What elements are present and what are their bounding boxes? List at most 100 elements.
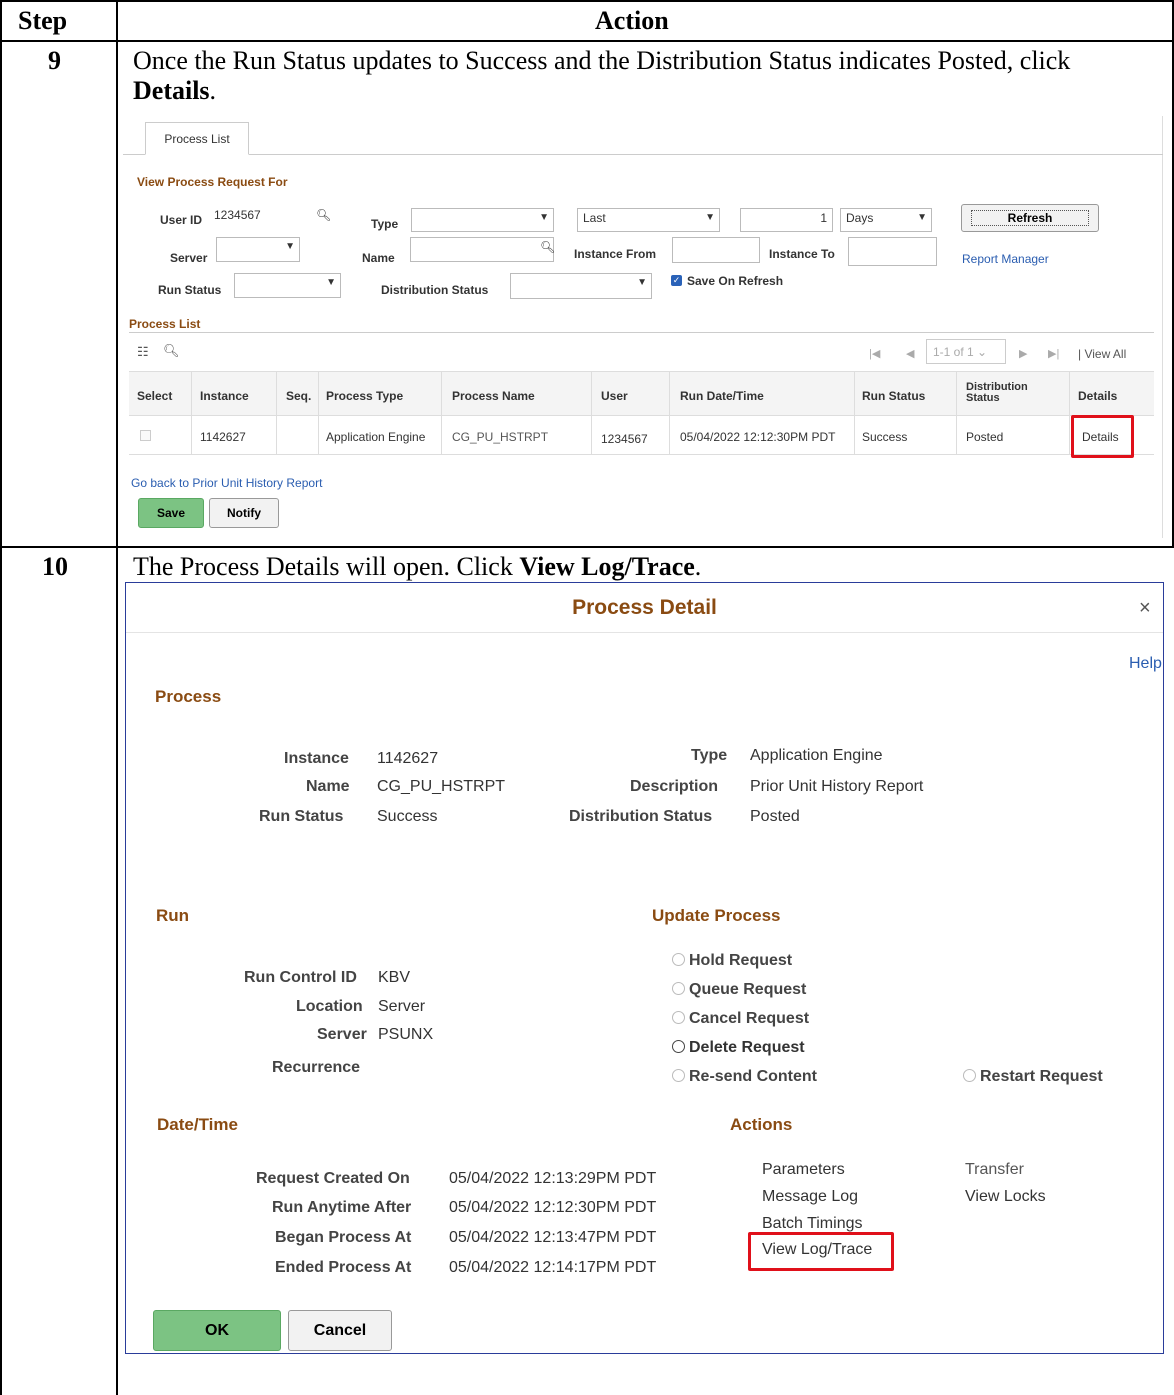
grid-vline <box>1069 371 1070 455</box>
days-count-input[interactable]: 1 <box>740 208 833 232</box>
request-created-label: Request Created On <box>256 1170 410 1187</box>
action-column-header: Action <box>595 6 669 35</box>
delete-request-radio[interactable]: Delete Request <box>672 1039 805 1057</box>
message-log-link[interactable]: Message Log <box>762 1188 858 1206</box>
col-process-name: Process Name <box>452 389 535 403</box>
col-distribution-status: Distribution Status <box>966 381 1028 404</box>
process-detail-modal: Process Detail × Help Process Instance 1… <box>125 582 1164 1354</box>
instance-value: 1142627 <box>377 750 439 767</box>
grid-search-icon[interactable]: 🔍︎ <box>163 343 180 359</box>
radio-icon <box>672 1069 685 1082</box>
radio-icon <box>963 1069 976 1082</box>
run-control-id-label: Run Control ID <box>244 969 357 986</box>
ended-process-label: Ended Process At <box>275 1259 412 1276</box>
distribution-status-value: Posted <box>750 808 800 825</box>
last-page-icon[interactable]: ▶| <box>1048 347 1059 360</box>
run-status-select[interactable]: ▼ <box>234 273 341 298</box>
save-on-refresh-label: Save On Refresh <box>687 274 784 288</box>
save-button[interactable]: Save <box>138 498 204 528</box>
row-user: 1234567 <box>601 432 648 446</box>
resend-content-radio[interactable]: Re-send Content <box>672 1068 817 1086</box>
radio-icon <box>672 1040 685 1053</box>
parameters-link[interactable]: Parameters <box>762 1161 845 1179</box>
help-link[interactable]: Help <box>1129 655 1162 673</box>
type-select[interactable]: ▼ <box>411 208 554 232</box>
pager-select[interactable]: 1-1 of 1 ⌄ <box>926 339 1006 364</box>
search-icon[interactable]: 🔍︎ <box>316 208 331 222</box>
recurrence-label: Recurrence <box>272 1059 361 1076</box>
next-page-icon[interactable]: ▶ <box>1019 347 1027 360</box>
grid-settings-icon[interactable]: ☷ <box>137 344 149 360</box>
last-select[interactable]: Last ▼ <box>577 208 720 232</box>
grid-vline <box>441 371 442 455</box>
save-on-refresh-checkbox[interactable]: ✓ <box>671 275 682 286</box>
notify-button[interactable]: Notify <box>209 498 279 528</box>
server-select[interactable]: ▼ <box>216 237 300 262</box>
col-instance: Instance <box>200 389 249 403</box>
began-process-value: 05/04/2022 12:13:47PM PDT <box>449 1229 657 1246</box>
go-back-link[interactable]: Go back to Prior Unit History Report <box>131 476 322 490</box>
refresh-button[interactable]: Refresh <box>961 204 1099 232</box>
table-row-divider <box>0 546 1174 548</box>
run-status-label: Run Status <box>158 283 222 297</box>
previous-page-icon[interactable]: ◀ <box>906 347 914 360</box>
process-list-grid-title: Process List <box>129 317 201 331</box>
began-process-label: Began Process At <box>275 1229 412 1246</box>
radio-icon <box>672 953 685 966</box>
tab-process-list[interactable]: Process List <box>145 122 249 155</box>
hold-request-radio[interactable]: Hold Request <box>672 952 792 970</box>
step9-bold-details: Details <box>133 76 210 105</box>
row-select-checkbox[interactable] <box>140 430 151 441</box>
process-section-header: Process <box>155 687 222 706</box>
user-id-input[interactable]: 1234567 <box>209 206 300 229</box>
chevron-down-icon: ▼ <box>705 212 715 223</box>
table-column-divider <box>116 0 118 1395</box>
row-process-name: CG_PU_HSTRPT <box>452 430 549 444</box>
report-manager-link[interactable]: Report Manager <box>962 252 1049 266</box>
col-run-datetime: Run Date/Time <box>680 389 764 403</box>
search-icon[interactable]: 🔍︎ <box>540 240 555 254</box>
radio-icon <box>672 1011 685 1024</box>
name-value: CG_PU_HSTRPT <box>377 778 506 795</box>
step10-instruction: The Process Details will open. Click Vie… <box>133 552 702 581</box>
instance-to-input[interactable] <box>848 237 937 266</box>
col-run-status: Run Status <box>862 389 926 403</box>
location-label: Location <box>296 998 363 1015</box>
view-locks-link[interactable]: View Locks <box>965 1188 1046 1206</box>
view-process-request-title: View Process Request For <box>137 175 288 189</box>
grid-vline <box>669 371 670 455</box>
description-label: Description <box>630 778 719 795</box>
user-id-label: User ID <box>160 213 203 227</box>
restart-request-radio[interactable]: Restart Request <box>963 1068 1103 1086</box>
close-icon[interactable]: × <box>1139 597 1151 620</box>
cancel-request-radio[interactable]: Cancel Request <box>672 1010 809 1028</box>
batch-timings-link[interactable]: Batch Timings <box>762 1215 862 1233</box>
instance-from-label: Instance From <box>574 247 657 261</box>
distribution-status-label: Distribution Status <box>381 283 489 297</box>
first-page-icon[interactable]: |◀ <box>869 347 880 360</box>
process-list-screenshot: Process List View Process Request For Us… <box>123 116 1163 538</box>
cancel-button[interactable]: Cancel <box>288 1310 392 1351</box>
tab-baseline <box>123 154 1163 155</box>
ok-button[interactable]: OK <box>153 1310 281 1351</box>
queue-request-radio[interactable]: Queue Request <box>672 981 806 999</box>
grid-vline <box>191 371 192 455</box>
table-border-left <box>0 0 2 1395</box>
name-label: Name <box>306 778 350 795</box>
chevron-down-icon: ▼ <box>539 212 549 223</box>
step-number-10: 10 <box>42 552 68 581</box>
server-label: Server <box>317 1026 367 1043</box>
col-seq: Seq. <box>286 389 312 403</box>
col-process-type: Process Type <box>326 389 404 403</box>
instance-from-input[interactable] <box>672 237 760 263</box>
run-status-label: Run Status <box>259 808 344 825</box>
table-border-top <box>0 0 1174 2</box>
name-label: Name <box>362 251 395 265</box>
view-all-link[interactable]: | View All <box>1078 347 1126 361</box>
radio-icon <box>672 982 685 995</box>
name-input[interactable] <box>410 237 554 262</box>
grid-divider <box>129 332 1154 333</box>
days-select[interactable]: Days ▼ <box>840 208 932 232</box>
run-status-value: Success <box>377 808 438 825</box>
distribution-status-select[interactable]: ▼ <box>510 273 652 299</box>
